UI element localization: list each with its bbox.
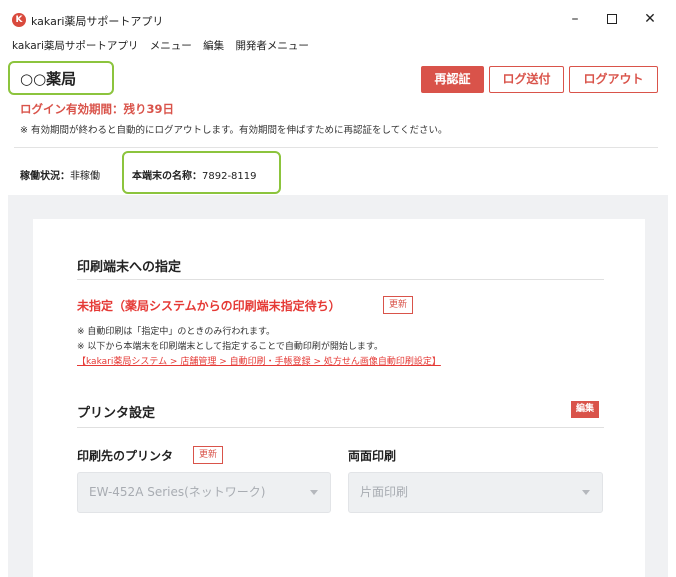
reauth-button[interactable]: 再認証 <box>421 66 484 93</box>
printer-select[interactable]: EW-452A Series(ネットワーク) <box>77 472 331 513</box>
window-title: kakari薬局サポートアプリ <box>31 15 164 28</box>
login-validity: ログイン有効期間：残り39日 <box>20 102 175 116</box>
operation-status-label: 稼働状況： <box>20 171 70 182</box>
menu-item-developer[interactable]: 開発者メニュー <box>235 40 309 52</box>
terminal-refresh-button[interactable]: 更新 <box>383 296 414 314</box>
login-note: ※ 有効期間が終わると自動的にログアウトします。有効期間を伸ばすために再認証をし… <box>20 125 448 136</box>
operation-status: 稼働状況：非稼働 <box>20 167 100 182</box>
edit-button[interactable]: 編集 <box>571 401 600 418</box>
chevron-down-icon <box>310 490 318 495</box>
auto-print-note: ※ 自動印刷は「指定中」のときのみ行われます。 <box>77 327 276 337</box>
device-name-value: 7892-8119 <box>202 171 257 182</box>
printer-label: 印刷先のプリンタ <box>77 449 174 463</box>
maximize-icon <box>607 14 617 24</box>
minimize-button[interactable]: – <box>561 8 589 30</box>
menu-bar: kakari薬局サポートアプリ メニュー 編集 開発者メニュー <box>12 38 317 54</box>
store-name: ○○薬局 <box>20 70 77 88</box>
menu-item-app[interactable]: kakari薬局サポートアプリ <box>12 40 138 52</box>
settings-path-link[interactable]: 【kakari薬局システム > 店舗管理 > 自動印刷・手帳登録 > 処方せん画… <box>77 354 441 367</box>
duplex-select[interactable]: 片面印刷 <box>348 472 603 513</box>
duplex-label: 両面印刷 <box>348 449 397 463</box>
close-button[interactable]: ✕ <box>636 8 664 30</box>
maximize-button[interactable] <box>598 8 626 30</box>
printer-select-value: EW-452A Series(ネットワーク) <box>89 485 266 499</box>
assign-note: ※ 以下から本端末を印刷端末として指定することで自動印刷が開始します。 <box>77 342 383 352</box>
operation-status-value: 非稼働 <box>70 171 100 182</box>
app-logo-icon: K <box>12 13 26 27</box>
printer-refresh-button[interactable]: 更新 <box>193 446 224 464</box>
printer-settings-title: プリンタ設定 <box>77 406 156 421</box>
menu-item-menu[interactable]: メニュー <box>150 40 192 52</box>
section-divider <box>77 279 604 280</box>
chevron-down-icon <box>582 490 590 495</box>
title-bar: K kakari薬局サポートアプリ – ✕ <box>0 0 676 32</box>
device-name-label: 本端末の名称： <box>132 171 202 182</box>
duplex-select-value: 片面印刷 <box>360 485 409 499</box>
section-divider <box>77 427 604 428</box>
divider <box>14 147 658 148</box>
device-name: 本端末の名称：7892-8119 <box>132 167 257 182</box>
menu-item-edit[interactable]: 編集 <box>203 40 224 52</box>
terminal-status: 未指定（薬局システムからの印刷端末指定待ち） <box>77 299 341 313</box>
print-terminal-title: 印刷端末への指定 <box>77 260 182 275</box>
send-log-button[interactable]: ログ送付 <box>489 66 564 93</box>
logout-button[interactable]: ログアウト <box>569 66 658 93</box>
